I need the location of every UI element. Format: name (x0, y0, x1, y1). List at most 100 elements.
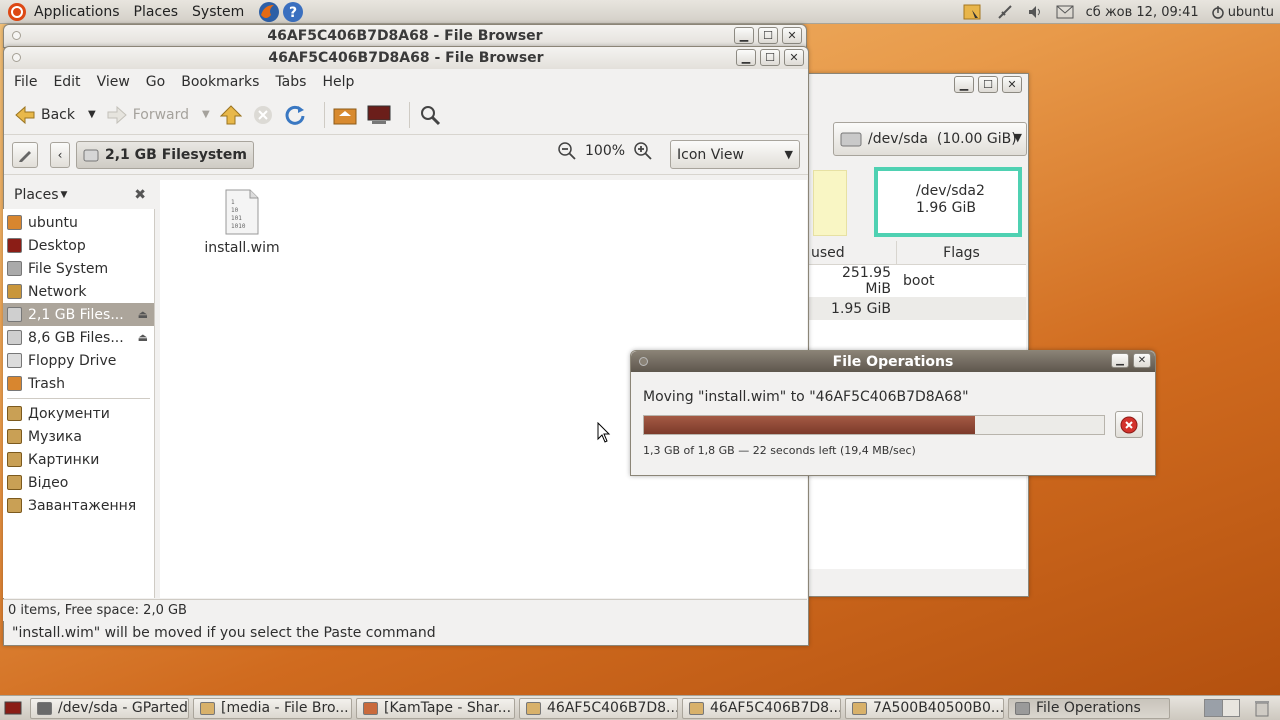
mail-icon[interactable] (1056, 5, 1074, 19)
sidebar-item-desktop[interactable]: Desktop (3, 234, 154, 257)
toolbar: Back ▼ Forward ▼ (4, 95, 808, 135)
applications-menu[interactable]: Applications (34, 4, 120, 20)
menu-bookmarks[interactable]: Bookmarks (181, 74, 259, 90)
reload-button[interactable] (284, 104, 306, 126)
bg-maximize-button[interactable]: ☐ (758, 27, 778, 44)
sidebar-item-floppy-drive[interactable]: Floppy Drive (3, 349, 154, 372)
bg-window-title: 46AF5C406B7D8A68 - File Browser (267, 28, 543, 44)
ubuntu-logo-icon[interactable] (6, 1, 28, 23)
search-button[interactable] (418, 103, 442, 127)
window-menu-icon[interactable] (12, 53, 21, 62)
zoom-out-icon[interactable] (557, 141, 577, 161)
column-header-flags[interactable]: Flags (897, 241, 1026, 264)
zoom-in-icon[interactable] (633, 141, 653, 161)
gparted-maximize-button[interactable]: ☐ (978, 76, 998, 93)
eject-icon[interactable]: ⏏ (138, 308, 148, 321)
bg-close-button[interactable]: ✕ (782, 27, 802, 44)
show-desktop-icon[interactable] (4, 700, 22, 716)
forward-label: Forward (132, 106, 190, 123)
sidebar-item-8-6-gb-files[interactable]: 8,6 GB Files... ⏏ (3, 326, 154, 349)
back-button[interactable]: Back ▼ (14, 105, 96, 125)
folder-icon (7, 406, 22, 421)
sidebar-item-label: Desktop (28, 237, 86, 254)
menu-edit[interactable]: Edit (53, 74, 80, 90)
table-row[interactable]: 251.95 MiB boot (809, 265, 1026, 297)
places-selector[interactable]: Places (14, 187, 59, 203)
chevron-down-icon[interactable]: ▼ (61, 190, 68, 200)
bookmark-item[interactable]: Завантаження (3, 494, 154, 517)
window-menu-icon[interactable] (12, 31, 21, 40)
partition-sda2-block[interactable]: /dev/sda2 1.96 GiB (874, 167, 1022, 237)
menu-file[interactable]: File (14, 74, 37, 90)
dialog-minimize-button[interactable]: ▁ (1111, 353, 1129, 368)
home-button[interactable] (333, 104, 357, 126)
taskbar-button[interactable]: /dev/sda - GParted (30, 697, 189, 719)
forward-button[interactable]: Forward ▼ (106, 105, 210, 125)
bookmark-item[interactable]: Музика (3, 425, 154, 448)
bookmark-item[interactable]: Документи (3, 402, 154, 425)
window-titlebar[interactable]: 46AF5C406B7D8A68 - File Browser ▁ ☐ ✕ (4, 47, 808, 69)
bookmark-item[interactable]: Відео (3, 471, 154, 494)
taskbar-button[interactable]: 7A500B40500B0... (845, 697, 1004, 719)
taskbar-button[interactable]: 46AF5C406B7D8... (519, 697, 678, 719)
menu-tabs[interactable]: Tabs (275, 74, 306, 90)
partition-sda1-block[interactable] (813, 170, 847, 236)
computer-button[interactable] (367, 104, 391, 126)
close-button[interactable]: ✕ (784, 49, 804, 66)
gparted-close-button[interactable]: ✕ (1002, 76, 1022, 93)
notification-icon[interactable] (962, 2, 984, 22)
device-selector[interactable]: /dev/sda (10.00 GiB) ▼ (833, 122, 1027, 156)
menu-go[interactable]: Go (146, 74, 165, 90)
dialog-close-button[interactable]: ✕ (1133, 353, 1151, 368)
places-menu[interactable]: Places (134, 4, 179, 20)
maximize-button[interactable]: ☐ (760, 49, 780, 66)
edit-location-button[interactable] (12, 141, 38, 168)
taskbar-button[interactable]: 46AF5C406B7D8... (682, 697, 841, 719)
svg-text:101: 101 (231, 215, 242, 222)
help-icon[interactable]: ? (282, 1, 304, 23)
up-button[interactable] (219, 104, 242, 126)
firefox-icon[interactable] (258, 1, 280, 23)
column-header-used[interactable]: used (809, 241, 897, 264)
dialog-titlebar[interactable]: File Operations ▁ ✕ (631, 351, 1155, 372)
bg-minimize-button[interactable]: ▁ (734, 27, 754, 44)
window-icon (852, 701, 867, 715)
menu-help[interactable]: Help (322, 74, 354, 90)
window-menu-icon[interactable] (639, 357, 648, 366)
path-button-current[interactable]: 2,1 GB Filesystem (76, 140, 254, 169)
sidebar-item-ubuntu[interactable]: ubuntu (3, 211, 154, 234)
sidebar-item-trash[interactable]: Trash (3, 372, 154, 395)
bg-window-titlebar[interactable]: 46AF5C406B7D8A68 - File Browser ▁ ☐ ✕ (4, 25, 806, 47)
file-item[interactable]: 1 10 101 1010 install.wim (202, 188, 282, 256)
bookmark-item[interactable]: Картинки (3, 448, 154, 471)
menu-view[interactable]: View (97, 74, 130, 90)
trash-icon[interactable] (1254, 699, 1270, 717)
taskbar-label: 7A500B40500B0... (873, 700, 1004, 716)
close-sidebar-icon[interactable]: ✖ (134, 187, 146, 203)
view-mode-select[interactable]: Icon View ▼ (670, 140, 800, 169)
taskbar-button[interactable]: File Operations (1008, 697, 1170, 719)
volume-icon[interactable] (1026, 3, 1044, 21)
workspace-switcher[interactable] (1204, 699, 1240, 717)
stop-button[interactable] (252, 104, 274, 126)
chevron-down-icon[interactable]: ▼ (88, 109, 96, 120)
clock[interactable]: сб жов 12, 09:41 (1086, 5, 1199, 20)
minimize-button[interactable]: ▁ (736, 49, 756, 66)
table-row[interactable]: 1.95 GiB (809, 297, 1026, 320)
eject-icon[interactable]: ⏏ (138, 331, 148, 344)
gparted-minimize-button[interactable]: ▁ (954, 76, 974, 93)
sidebar-item-network[interactable]: Network (3, 280, 154, 303)
taskbar-button[interactable]: [media - File Bro... (193, 697, 352, 719)
sidebar-item-2-1-gb-files[interactable]: 2,1 GB Files... ⏏ (3, 303, 154, 326)
path-left-button[interactable]: ‹ (50, 141, 70, 168)
taskbar-button[interactable]: [KamTape - Shar... (356, 697, 515, 719)
harddisk-icon (840, 132, 862, 147)
system-menu[interactable]: System (192, 4, 244, 20)
power-icon[interactable]: ubuntu (1211, 5, 1274, 20)
network-icon[interactable] (996, 3, 1014, 21)
paste-hint: "install.wim" will be moved if you selec… (3, 622, 809, 646)
cancel-operation-button[interactable] (1115, 411, 1143, 438)
sidebar-item-file-system[interactable]: File System (3, 257, 154, 280)
chevron-down-icon[interactable]: ▼ (202, 109, 210, 120)
trash-icon (7, 376, 22, 391)
